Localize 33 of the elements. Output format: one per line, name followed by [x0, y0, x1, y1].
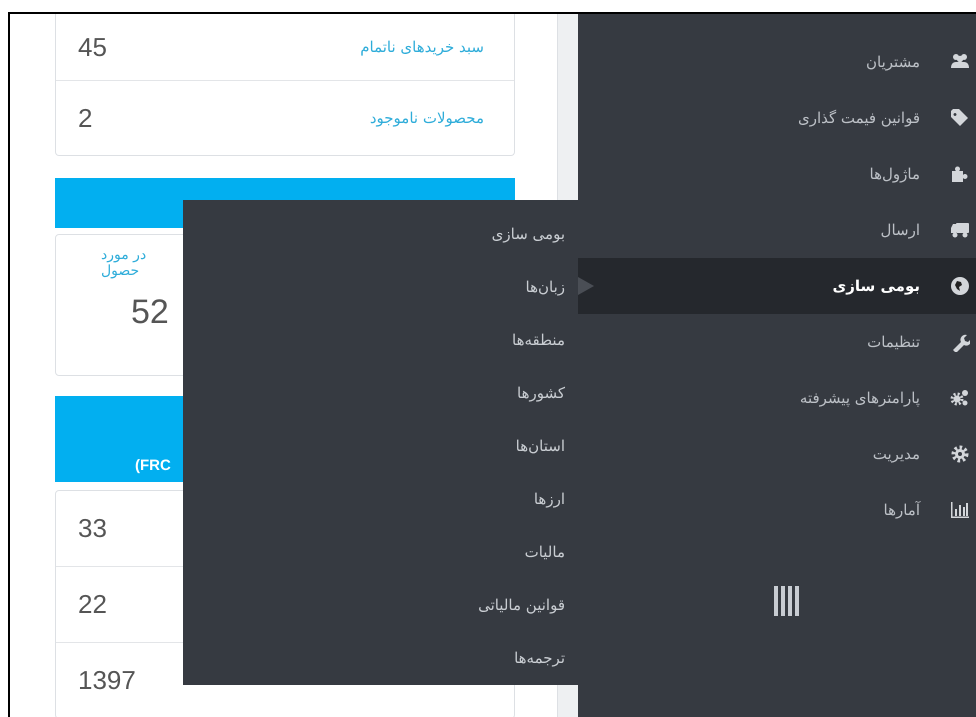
sidebar-item[interactable]: پارامترهای پیشرفته	[578, 370, 976, 426]
bar-chart-icon	[950, 500, 970, 520]
truck-icon	[950, 220, 970, 240]
sidebar-item[interactable]: ارسال	[578, 202, 976, 258]
submenu-item[interactable]: استان‌ها	[516, 420, 578, 473]
submenu-item[interactable]: مالیات	[524, 526, 578, 579]
sidebar-item[interactable]: ماژول‌ها	[578, 146, 976, 202]
stat-value: 1397	[78, 665, 136, 696]
stat-value: 52	[131, 292, 169, 332]
puzzle-icon	[950, 164, 970, 184]
globe-icon	[950, 276, 970, 296]
sidebar-item[interactable]: مشتریان	[578, 34, 976, 90]
submenu-item[interactable]: کشورها	[517, 367, 578, 420]
submenu-item[interactable]: زبان‌ها	[526, 261, 578, 314]
sidebar-item[interactable]: قوانین فیمت گذاری	[578, 90, 976, 146]
gears-icon	[950, 388, 970, 408]
sidebar-item[interactable]: مدیریت	[578, 426, 976, 482]
gear-icon	[950, 444, 970, 464]
sidebar-item[interactable]: بومی سازی	[578, 258, 976, 314]
submenu-item[interactable]: ترجمه‌ها	[514, 632, 578, 685]
stat-value: 2	[78, 102, 92, 134]
collapse-icon[interactable]	[774, 586, 799, 616]
panel-title: (FRC	[135, 457, 171, 474]
submenu-item[interactable]: بومی سازی	[492, 208, 578, 261]
stat-value: 22	[78, 589, 107, 620]
submenu-item[interactable]: قوانین مالیاتی	[478, 579, 578, 632]
submenu-item[interactable]: منطقه‌ها	[512, 314, 578, 367]
sidebar-item[interactable]: تنظیمات	[578, 314, 976, 370]
stat-value: 33	[78, 513, 107, 544]
stat-value: 45	[78, 32, 107, 62]
tag-icon	[950, 108, 970, 128]
submenu-item[interactable]: ارزها	[534, 473, 578, 526]
sidebar-item[interactable]: آمارها	[578, 482, 976, 538]
